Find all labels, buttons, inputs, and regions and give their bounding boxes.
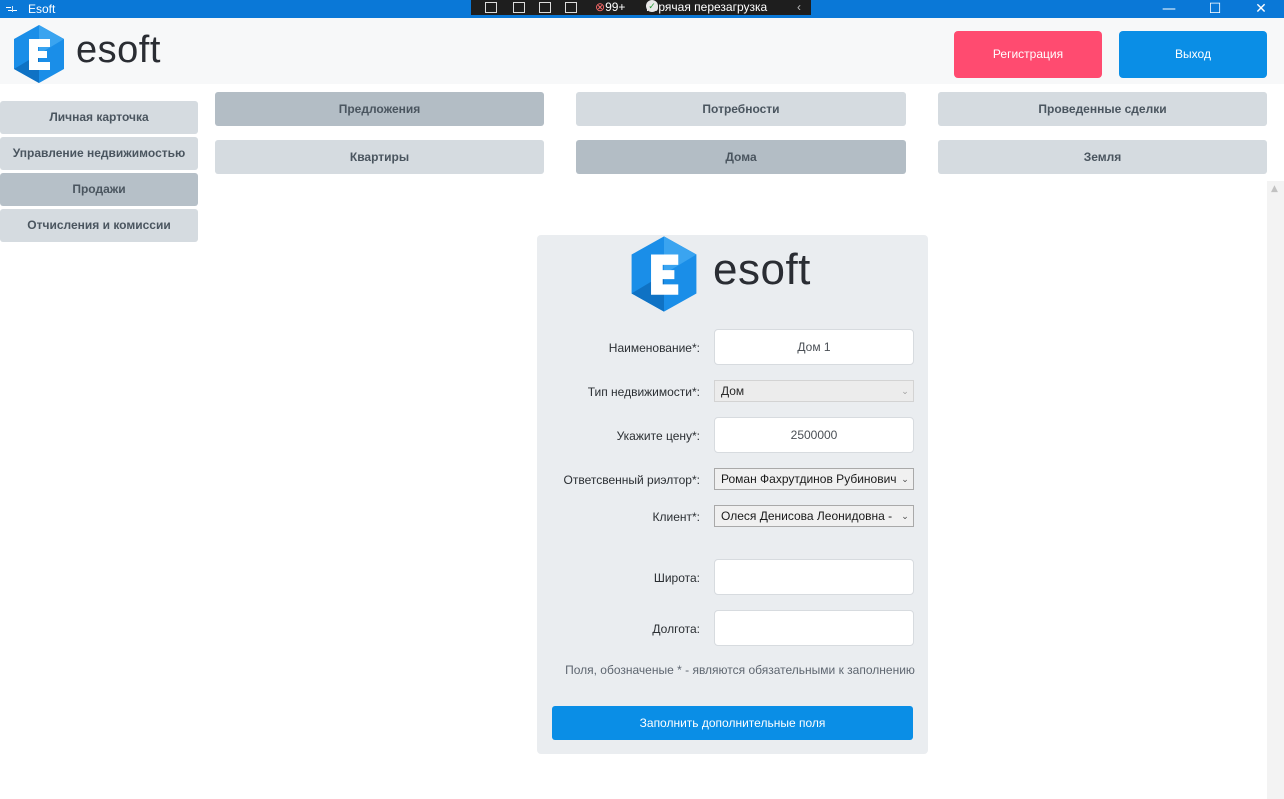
tab-apartments[interactable]: Квартиры (215, 140, 544, 174)
error-counter[interactable]: ⊗99+ (595, 0, 625, 14)
price-label: Укажите цену*: (616, 429, 700, 443)
pointer-icon[interactable] (513, 2, 525, 13)
price-field[interactable]: 2500000 (714, 417, 914, 453)
collapse-chevron-icon[interactable]: ‹ (797, 0, 801, 14)
sidebar-item-commissions[interactable]: Отчисления и комиссии (0, 209, 198, 242)
check-icon: ✓ (646, 0, 658, 12)
scroll-up-icon[interactable]: ▲ (1271, 185, 1278, 194)
form-logo-text: esoft (713, 245, 811, 294)
realtor-label: Ответсвенный риэлтор*: (563, 473, 701, 487)
error-icon: ⊗ (595, 0, 606, 14)
name-label: Наименование*: (608, 341, 700, 355)
chevron-down-icon: ⌄ (897, 469, 913, 489)
longitude-label: Долгота: (652, 622, 700, 636)
vertical-scrollbar[interactable]: ▲ (1267, 181, 1284, 799)
logo-text: esoft (76, 29, 161, 71)
chevron-down-icon: ⌄ (897, 506, 913, 526)
track-focus-icon[interactable] (565, 2, 577, 13)
close-icon[interactable]: ✕ (1238, 0, 1284, 18)
property-form-card: esoft Наименование*: Дом 1 Тип недвижимо… (537, 235, 928, 754)
sidebar-item-personal-card[interactable]: Личная карточка (0, 101, 198, 134)
exit-button[interactable]: Выход (1119, 31, 1267, 78)
fill-additional-fields-button[interactable]: Заполнить дополнительные поля (552, 706, 913, 740)
select-element-icon[interactable] (485, 2, 497, 13)
esoft-logo-icon (631, 236, 697, 312)
debug-toolbar: ⊗99+ ✓ Горячая перезагрузка ‹ (471, 0, 811, 15)
app-header: esoft Регистрация Выход (0, 18, 1284, 84)
client-value: Олеся Денисова Леонидовна - (721, 509, 893, 523)
tab-needs[interactable]: Потребности (576, 92, 906, 126)
minimize-icon[interactable]: — (1146, 0, 1192, 18)
property-type-value: Дом (721, 384, 745, 398)
realtor-select[interactable]: Роман Фахрутдинов Рубинович ⌄ (714, 468, 914, 490)
latitude-field[interactable] (714, 559, 914, 595)
property-type-label: Тип недвижимости*: (587, 385, 700, 399)
window-title: Esoft (28, 2, 56, 16)
maximize-icon[interactable]: ☐ (1192, 0, 1238, 18)
sidebar-item-property-management[interactable]: Управление недвижимостью (0, 137, 198, 170)
client-label: Клиент*: (652, 510, 701, 524)
latitude-label: Широта: (653, 571, 700, 585)
layout-adorner-icon[interactable] (539, 2, 551, 13)
longitude-field[interactable] (714, 610, 914, 646)
hot-reload-indicator[interactable]: ✓ Горячая перезагрузка (646, 0, 767, 14)
tab-land[interactable]: Земля (938, 140, 1267, 174)
window-titlebar: Esoft ⊗99+ ✓ Горячая перезагрузка ‹ — ☐ ✕ (0, 0, 1284, 18)
property-type-select[interactable]: Дом ⌄ (714, 380, 914, 402)
app-icon (6, 6, 17, 12)
realtor-value: Роман Фахрутдинов Рубинович (721, 472, 897, 486)
esoft-logo-icon (14, 25, 64, 83)
required-fields-note: Поля, обозначеные * - являются обязатель… (565, 663, 915, 677)
name-field[interactable]: Дом 1 (714, 329, 914, 365)
chevron-down-icon: ⌄ (897, 381, 913, 401)
tab-completed-deals[interactable]: Проведенные сделки (938, 92, 1267, 126)
tab-offers[interactable]: Предложения (215, 92, 544, 126)
client-select[interactable]: Олеся Денисова Леонидовна - ⌄ (714, 505, 914, 527)
sidebar-item-sales[interactable]: Продажи (0, 173, 198, 206)
register-button[interactable]: Регистрация (954, 31, 1102, 78)
tab-houses[interactable]: Дома (576, 140, 906, 174)
